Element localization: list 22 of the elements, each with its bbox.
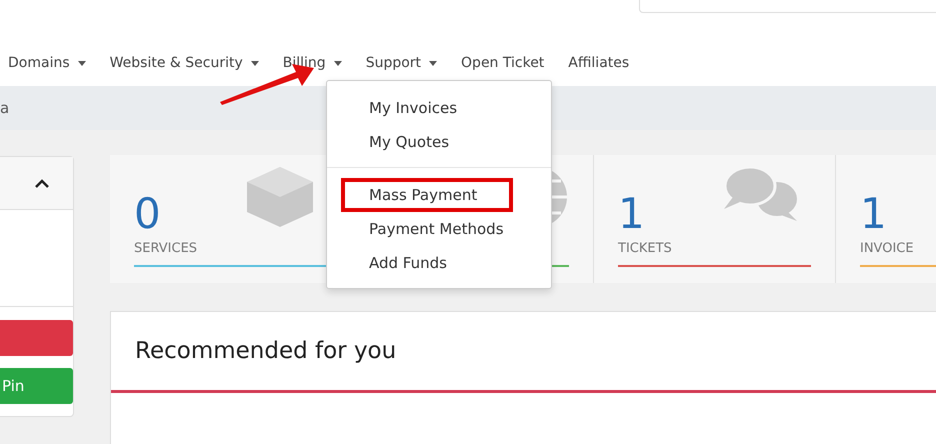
stat-value: 1 xyxy=(618,193,645,235)
dropdown-item[interactable]: Mass Payment xyxy=(341,178,513,212)
nav-menu-item[interactable]: Website & Security xyxy=(110,55,259,71)
nav-menu-item[interactable]: Support xyxy=(366,55,438,71)
search-field[interactable] xyxy=(639,0,936,13)
stat-value: 0 xyxy=(134,193,161,235)
nav-menu-item[interactable]: Affiliates xyxy=(568,55,630,71)
action-button[interactable] xyxy=(0,320,73,356)
nav-menu-item[interactable]: Open Ticket xyxy=(461,55,544,71)
breadcrumb-text: a xyxy=(0,99,10,117)
stat-tile[interactable]: 1 TICKETS xyxy=(594,155,836,283)
chevron-up-icon[interactable] xyxy=(35,178,49,188)
nav-menu-item[interactable]: Billing xyxy=(282,55,342,71)
stat-value: 1 xyxy=(860,193,887,235)
card-title: Recommended for you xyxy=(111,312,936,393)
cube-icon xyxy=(245,165,315,229)
stat-tile[interactable]: 1 INVOICE xyxy=(836,155,936,283)
nav-menu-item[interactable]: Domains xyxy=(8,55,86,71)
stat-label: INVOICE xyxy=(860,241,914,256)
dropdown-item[interactable]: My Invoices xyxy=(341,91,507,125)
stat-label: TICKETS xyxy=(618,241,672,256)
stat-label: SERVICES xyxy=(134,241,198,256)
